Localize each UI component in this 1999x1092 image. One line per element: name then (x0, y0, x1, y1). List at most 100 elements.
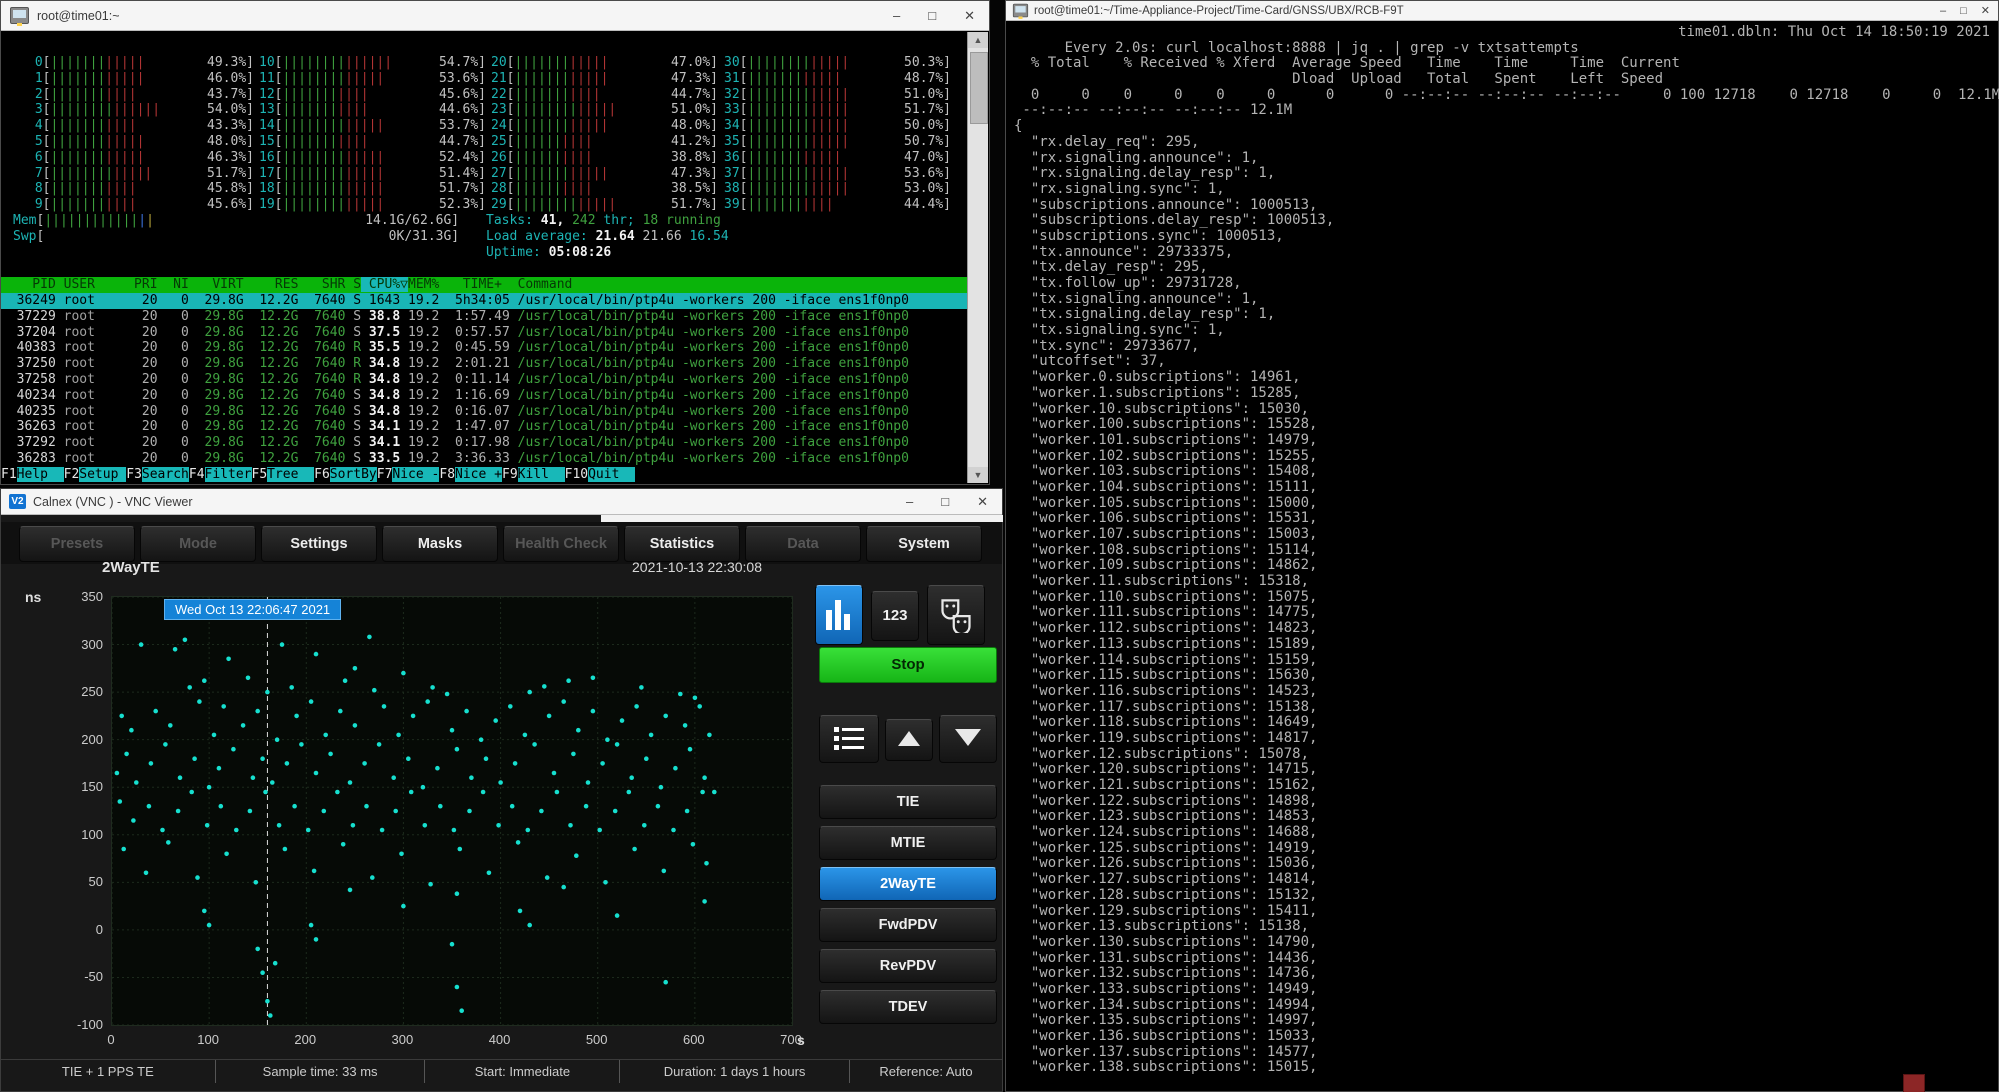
tab-masks[interactable]: Masks (382, 526, 498, 562)
data-point (586, 780, 591, 785)
json-entry: "tx.delay_resp": 295, (1014, 260, 1996, 276)
process-table-header[interactable]: PID USER PRI NI VIRT RES SHR S CPU%▽MEM%… (1, 277, 968, 293)
scroll-down-button[interactable] (939, 715, 997, 763)
cpu-meter-34: 34[||||||||||||| 50.0%] (724, 118, 951, 134)
data-point (634, 704, 639, 709)
table-row[interactable]: 37229 root 20 0 29.8G 12.2G 7640 S 38.8 … (1, 309, 968, 325)
chart-view-button[interactable] (815, 585, 863, 645)
vnc-titlebar[interactable]: V2 Calnex (VNC ) - VNC Viewer – □ ✕ (1, 489, 1002, 515)
minimize-icon[interactable]: – (893, 8, 900, 23)
cpu-meter-30: 30[||||||||||||| 50.3%] (724, 55, 951, 71)
data-point (430, 685, 435, 690)
rterm-titlebar[interactable]: root@time01:~/Time-Appliance-Project/Tim… (1006, 1, 1998, 21)
tab-system[interactable]: System (866, 526, 982, 562)
json-entry: "worker.123.subscriptions": 14853, (1014, 809, 1996, 825)
json-entry: "rx.signaling.announce": 1, (1014, 151, 1996, 167)
minimize-icon[interactable]: – (1940, 5, 1946, 17)
tab-mode[interactable]: Mode (140, 526, 256, 562)
data-point (273, 961, 278, 966)
data-point (450, 942, 455, 947)
scatter-plot[interactable] (111, 596, 793, 1026)
data-point (202, 678, 207, 683)
close-icon[interactable]: ✕ (977, 494, 988, 510)
data-point (246, 676, 251, 681)
data-point (527, 923, 532, 928)
data-point (539, 809, 544, 814)
table-row[interactable]: 37292 root 20 0 29.8G 12.2G 7640 S 34.1 … (1, 435, 968, 451)
table-row[interactable]: 36249 root 20 0 29.8G 12.2G 7640 S 1643 … (1, 293, 968, 309)
scroll-up-button[interactable] (885, 719, 933, 761)
y-tick-label: 350 (57, 589, 103, 604)
measurement-button-tie[interactable]: TIE (819, 785, 997, 819)
scroll-down-icon[interactable]: ▼ (968, 467, 988, 483)
minimize-icon[interactable]: – (906, 494, 913, 509)
data-point (399, 852, 404, 857)
measurement-button-tdev[interactable]: TDEV (819, 990, 997, 1024)
measurement-button-revpdv[interactable]: RevPDV (819, 949, 997, 983)
measurement-button-fwdpdv[interactable]: FwdPDV (819, 908, 997, 942)
table-row[interactable]: 40383 root 20 0 29.8G 12.2G 7640 R 35.5 … (1, 340, 968, 356)
htop-titlebar[interactable]: root@time01:~ – □ ✕ (1, 1, 989, 31)
tab-statistics[interactable]: Statistics (624, 526, 740, 562)
scroll-up-icon[interactable]: ▲ (968, 32, 988, 48)
table-row[interactable]: 37250 root 20 0 29.8G 12.2G 7640 R 34.8 … (1, 356, 968, 372)
masks-view-button[interactable] (927, 585, 985, 645)
cpu-meter-15: 15[||||||||||| 44.7%] (259, 134, 486, 150)
maximize-icon[interactable]: □ (928, 8, 936, 23)
measurement-button-2wayte[interactable]: 2WayTE (819, 867, 997, 901)
table-row[interactable]: 36263 root 20 0 29.8G 12.2G 7640 S 34.1 … (1, 419, 968, 435)
data-point (255, 947, 260, 952)
function-key-bar[interactable]: F1Help F2Setup F3SearchF4FilterF5Tree F6… (1, 466, 635, 483)
table-row[interactable]: 37204 root 20 0 29.8G 12.2G 7640 S 37.5 … (1, 325, 968, 341)
data-point (469, 775, 474, 780)
maximize-icon[interactable]: □ (1960, 5, 1967, 17)
data-point (555, 790, 560, 795)
data-point (362, 761, 367, 766)
tab-data[interactable]: Data (745, 526, 861, 562)
cpu-meter-33: 33[||||||||||||| 51.7%] (724, 102, 951, 118)
data-point (545, 875, 550, 880)
cpu-meter-32: 32[||||||||||||| 51.0%] (724, 87, 951, 103)
curl-progress: --:--:-- --:--:-- --:--:-- 12.1M (1014, 103, 1996, 119)
data-point (176, 809, 181, 814)
close-icon[interactable]: ✕ (1981, 4, 1990, 17)
numeric-view-button[interactable]: 123 (871, 591, 919, 641)
data-point (450, 728, 455, 733)
data-point (166, 840, 171, 845)
data-point (306, 828, 311, 833)
table-row[interactable]: 37258 root 20 0 29.8G 12.2G 7640 R 34.8 … (1, 372, 968, 388)
htop-scrollbar[interactable]: ▲ ▼ (967, 32, 988, 483)
tab-health-check[interactable]: Health Check (503, 526, 619, 562)
json-entry: "worker.126.subscriptions": 15036, (1014, 856, 1996, 872)
legend-list-button[interactable] (819, 715, 879, 763)
cpu-meter-13: 13[||||||||||| 44.6%] (259, 102, 486, 118)
curl-progress: 0 0 0 0 0 0 0 0 --:--:-- --:--:-- --:--:… (1014, 88, 1996, 104)
data-point (280, 642, 285, 647)
data-point (129, 728, 134, 733)
data-point (467, 809, 472, 814)
data-point (445, 692, 450, 697)
scrollbar-thumb[interactable] (970, 52, 988, 124)
table-row[interactable]: 36283 root 20 0 29.8G 12.2G 7640 S 33.5 … (1, 451, 968, 467)
json-entry: "worker.121.subscriptions": 15162, (1014, 778, 1996, 794)
data-point (224, 852, 229, 857)
data-point (234, 828, 239, 833)
putty-icon (10, 7, 29, 24)
stop-button[interactable]: Stop (819, 647, 997, 683)
data-point (294, 714, 299, 719)
table-row[interactable]: 40234 root 20 0 29.8G 12.2G 7640 S 34.8 … (1, 388, 968, 404)
json-entry: "worker.11.subscriptions": 15318, (1014, 574, 1996, 590)
data-point (516, 840, 521, 845)
data-point (292, 804, 297, 809)
measurement-button-mtie[interactable]: MTIE (819, 826, 997, 860)
table-row[interactable]: 40235 root 20 0 29.8G 12.2G 7640 S 34.8 … (1, 404, 968, 420)
maximize-icon[interactable]: □ (941, 494, 949, 509)
data-point (688, 747, 693, 752)
close-icon[interactable]: ✕ (964, 8, 975, 24)
json-entry: "worker.131.subscriptions": 14436, (1014, 951, 1996, 967)
data-point (532, 742, 537, 747)
data-point (147, 804, 152, 809)
tab-settings[interactable]: Settings (261, 526, 377, 562)
tab-presets[interactable]: Presets (19, 526, 135, 562)
data-point (459, 1008, 464, 1013)
